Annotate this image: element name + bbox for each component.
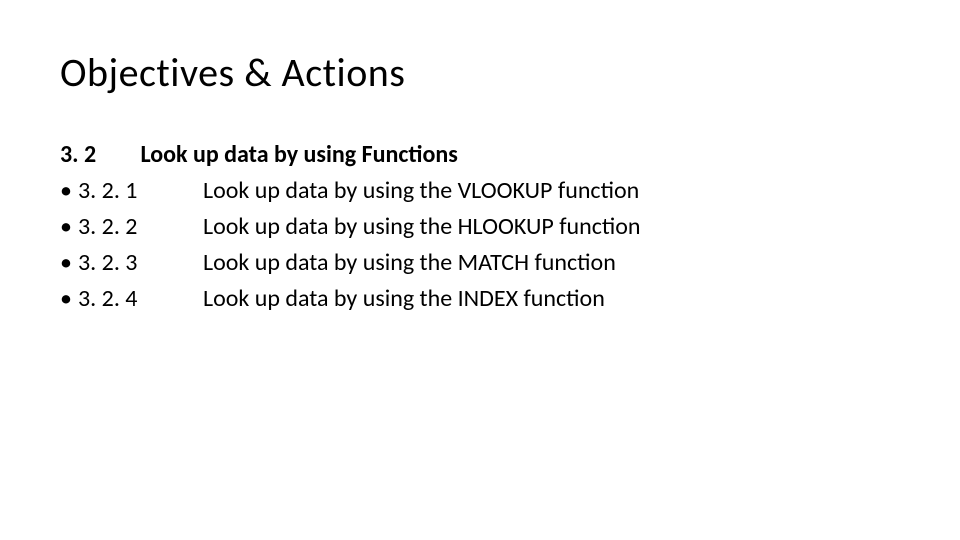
bullet-icon: • xyxy=(60,173,78,209)
item-number: 3. 2. 1 xyxy=(78,173,203,209)
item-text: Look up data by using the INDEX function xyxy=(203,281,900,317)
section-heading: 3. 2 Look up data by using Functions xyxy=(60,137,900,173)
list-item: • 3. 2. 1 Look up data by using the VLOO… xyxy=(60,173,900,209)
item-number: 3. 2. 2 xyxy=(78,209,203,245)
page-title: Objectives & Actions xyxy=(60,48,900,97)
item-list: • 3. 2. 1 Look up data by using the VLOO… xyxy=(60,173,900,317)
bullet-icon: • xyxy=(60,281,78,317)
slide: Objectives & Actions 3. 2 Look up data b… xyxy=(0,0,960,540)
list-item: • 3. 2. 3 Look up data by using the MATC… xyxy=(60,245,900,281)
bullet-icon: • xyxy=(60,245,78,281)
item-text: Look up data by using the MATCH function xyxy=(203,245,900,281)
section-title: Look up data by using Functions xyxy=(140,140,457,169)
item-text: Look up data by using the VLOOKUP functi… xyxy=(203,173,900,209)
list-item: • 3. 2. 4 Look up data by using the INDE… xyxy=(60,281,900,317)
section-number: 3. 2 xyxy=(60,137,135,173)
item-number: 3. 2. 3 xyxy=(78,245,203,281)
item-text: Look up data by using the HLOOKUP functi… xyxy=(203,209,900,245)
list-item: • 3. 2. 2 Look up data by using the HLOO… xyxy=(60,209,900,245)
bullet-icon: • xyxy=(60,209,78,245)
item-number: 3. 2. 4 xyxy=(78,281,203,317)
